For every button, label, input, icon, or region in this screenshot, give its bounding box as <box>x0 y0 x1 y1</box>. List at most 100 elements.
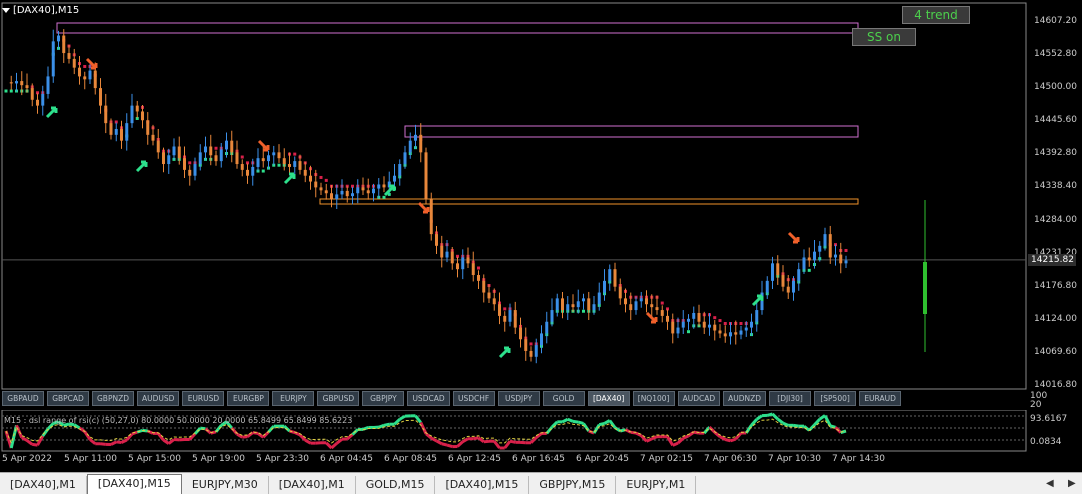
time-tick-label: 5 Apr 15:00 <box>128 454 181 464</box>
rsi-line-segment <box>598 421 605 427</box>
indicator-label: M15 : dsl range of rsi(c) (50,27,0) 80.0… <box>4 416 353 425</box>
symbol-button[interactable]: GBPJPY <box>362 391 405 406</box>
buy-arrow-icon <box>498 346 511 359</box>
sell-arrow-icon <box>85 57 98 70</box>
candle-body <box>109 123 113 135</box>
symbol-button[interactable]: [DJI30] <box>769 391 812 406</box>
symbol-button[interactable]: EURGBP <box>227 391 270 406</box>
chart-tab-bar: [DAX40],M1 [DAX40],M15 EURJPY,M30 [DAX40],M… <box>0 472 1082 494</box>
candle-body <box>351 193 354 197</box>
symbol-button[interactable]: [SP500] <box>814 391 857 406</box>
symbol-button[interactable]: AUDUSD <box>137 391 180 406</box>
candle-body <box>303 169 307 176</box>
time-tick-label: 6 Apr 12:45 <box>448 454 501 464</box>
symbol-button[interactable]: GOLD <box>542 391 585 406</box>
candle-body <box>135 105 139 112</box>
symbol-button[interactable]: EURJPY <box>272 391 315 406</box>
current-price-label: 14215.82 <box>1028 253 1076 266</box>
symbol-button[interactable]: GBPNZD <box>92 391 135 406</box>
price-tick-label: 14176.80 <box>1034 280 1077 291</box>
candle-body <box>382 184 386 188</box>
candle-body <box>629 304 633 311</box>
time-tick-label: 5 Apr 2022 <box>2 454 52 464</box>
candle-body <box>267 155 270 162</box>
trailing-stop-dot <box>382 195 386 199</box>
candle-body <box>540 333 543 346</box>
symbol-button[interactable]: USDCAD <box>407 391 450 406</box>
trailing-stop-dot <box>807 268 811 272</box>
symbol-button[interactable]: GBPAUD <box>2 391 44 406</box>
chart-tab[interactable]: EURJPY,M30 <box>182 476 269 494</box>
candle-body <box>576 301 580 308</box>
symbol-button[interactable]: EURAUD <box>859 391 902 406</box>
price-chart-canvas[interactable] <box>0 0 1082 390</box>
scroll-right-icon[interactable]: ▶ <box>1068 478 1076 489</box>
rsi-line-segment <box>441 442 448 447</box>
candle-body <box>156 140 160 153</box>
rsi-line-segment <box>116 440 122 445</box>
chart-tab[interactable]: [DAX40],M1 <box>269 476 356 494</box>
chart-tab[interactable]: [DAX40],M15 <box>435 476 530 494</box>
ss-button[interactable]: SS on <box>852 28 916 46</box>
symbol-button[interactable]: GBPCAD <box>47 391 89 406</box>
candle-body <box>429 199 433 235</box>
chart-tab[interactable]: GBPJPY,M15 <box>529 476 617 494</box>
candle-body <box>828 234 832 258</box>
rsi-line-segment <box>755 414 763 421</box>
symbol-button[interactable]: [DAX40] <box>587 391 630 406</box>
symbol-button[interactable]: USDCHF <box>452 391 495 406</box>
price-tick-label: 14552.80 <box>1034 49 1077 60</box>
candle-body <box>330 193 333 200</box>
candle-body <box>183 158 186 170</box>
candle-body <box>597 292 601 305</box>
time-tick-label: 7 Apr 06:30 <box>704 454 757 464</box>
candle-body <box>335 194 339 200</box>
candle-body <box>83 76 87 80</box>
rsi-line-segment <box>304 438 312 445</box>
price-tick-label: 14069.60 <box>1034 346 1077 357</box>
trailing-stop-dot <box>261 169 265 173</box>
trailing-stop-dot <box>844 248 848 252</box>
candle-body <box>435 234 438 246</box>
symbol-button[interactable]: GBPUSD <box>317 391 360 406</box>
candle-body <box>519 327 522 340</box>
price-tick-label: 14392.80 <box>1034 148 1077 159</box>
rsi-line-segment <box>782 421 789 427</box>
chart-tab[interactable]: GOLD,M15 <box>356 476 436 494</box>
candle-body <box>256 158 260 167</box>
symbol-button[interactable]: USDJPY <box>497 391 540 406</box>
trend-button[interactable]: 4 trend <box>902 6 970 24</box>
candle-body <box>408 140 412 153</box>
rsi-line-segment <box>383 422 390 427</box>
trailing-stop-dot <box>660 301 664 305</box>
candle-body <box>424 152 428 200</box>
time-tick-label: 6 Apr 04:45 <box>320 454 373 464</box>
chart-tab[interactable]: [DAX40],M15 <box>86 474 182 494</box>
scroll-left-icon[interactable]: ◀ <box>1046 478 1054 489</box>
rsi-line-segment <box>483 439 490 444</box>
chart-title[interactable]: [DAX40],M15 <box>2 5 79 16</box>
price-scale[interactable]: 14607.20 14552.80 14500.00 14445.60 14392.80… <box>1028 0 1082 390</box>
candle-body <box>99 88 102 106</box>
symbol-button[interactable]: [NQ100] <box>632 391 675 406</box>
candle-body <box>219 149 223 162</box>
rsi-line-segment <box>83 430 92 441</box>
candle-body <box>466 257 470 264</box>
chart-tab[interactable]: EURJPY,M1 <box>616 476 697 494</box>
rsi-line-segment <box>242 435 248 439</box>
symbol-button[interactable]: AUDNZD <box>723 391 767 406</box>
candle-body <box>503 315 507 322</box>
candle-body <box>251 166 255 176</box>
candle-body <box>172 146 176 156</box>
buy-arrow-icon <box>283 172 296 185</box>
candle-body <box>582 298 585 302</box>
symbol-button[interactable]: EURUSD <box>182 391 225 406</box>
trailing-stop-dot <box>9 89 13 93</box>
symbol-button[interactable]: AUDCAD <box>677 391 721 406</box>
candle-body <box>471 263 475 276</box>
candle-body <box>146 120 150 135</box>
rsi-line-segment <box>793 423 799 428</box>
main-price-chart[interactable]: [DAX40],M15 4 trend SS on 14607.20 14552.… <box>0 0 1082 390</box>
dropdown-triangle-icon[interactable] <box>2 8 10 13</box>
chart-tab[interactable]: [DAX40],M1 <box>0 476 87 494</box>
